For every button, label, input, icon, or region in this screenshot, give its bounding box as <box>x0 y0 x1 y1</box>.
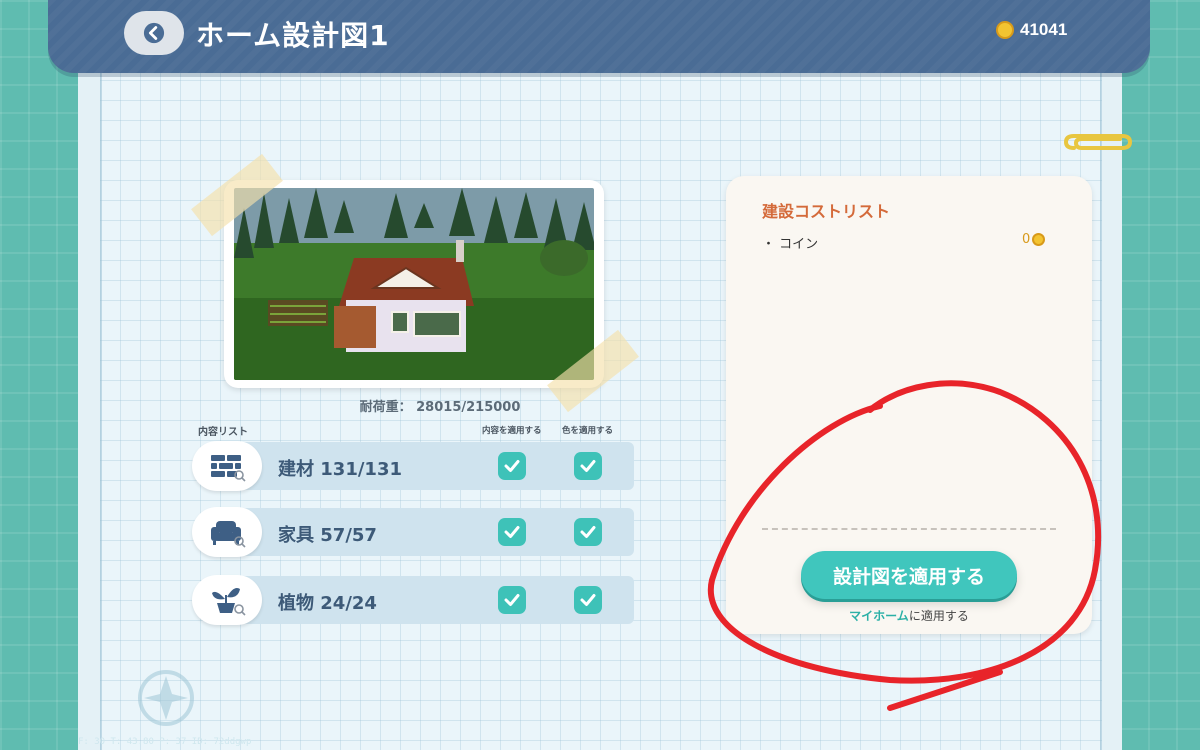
apply-target-link[interactable]: マイホーム <box>849 609 909 623</box>
coin-value: 41041 <box>1020 20 1068 39</box>
sofa-icon <box>211 521 246 548</box>
content-list-label: 内容リスト <box>198 427 248 438</box>
inspect-plants-button[interactable] <box>192 575 262 625</box>
row-label: 家具 57/57 <box>278 525 377 546</box>
checkmark-icon <box>580 460 596 472</box>
apply-color-checkbox[interactable] <box>574 586 602 614</box>
inspect-furniture-button[interactable] <box>192 507 262 557</box>
row-label: 植物 24/24 <box>278 593 377 614</box>
row-label: 建材 131/131 <box>278 459 402 480</box>
cost-item-value: 0 <box>1022 232 1046 247</box>
inspect-materials-button[interactable] <box>192 441 262 491</box>
paperclip-icon <box>1064 134 1133 150</box>
content-row-furniture: 家具 57/57 <box>192 507 634 557</box>
coin-balance: 41041 <box>996 20 1067 40</box>
plant-icon <box>212 588 246 616</box>
content-row-plants: 植物 24/24 <box>192 575 634 625</box>
cost-item-name: ・ コイン <box>762 237 819 252</box>
cost-item-amount: 0 <box>1022 232 1031 247</box>
coin-icon <box>1032 233 1046 246</box>
construction-cost-panel: 建設コストリスト ・ コイン 0 設計図を適用する マイホームに適用する <box>726 176 1092 634</box>
apply-contents-checkbox[interactable] <box>498 586 526 614</box>
load-capacity-label: 耐荷重： 28015/215000 <box>359 400 521 415</box>
apply-target-note: マイホームに適用する <box>726 607 1092 624</box>
column-apply-color: 色を適用する <box>562 426 614 436</box>
house-preview-image <box>234 188 594 380</box>
apply-color-checkbox[interactable] <box>574 452 602 480</box>
column-apply-contents: 内容を適用する <box>482 426 542 436</box>
cost-list-title: 建設コストリスト <box>762 202 891 221</box>
coin-icon <box>996 21 1014 39</box>
compass-emblem-icon <box>138 670 194 726</box>
checkmark-icon <box>504 594 520 606</box>
divider <box>762 528 1056 530</box>
checkmark-icon <box>504 526 520 538</box>
apply-note-text: に適用する <box>908 609 969 623</box>
back-button[interactable] <box>124 11 184 55</box>
checkmark-icon <box>504 460 520 472</box>
bricks-icon <box>211 455 246 482</box>
chevron-left-icon <box>143 22 165 44</box>
paper-margin-line-right <box>1100 60 1102 750</box>
content-row-building-materials: 建材 131/131 <box>192 441 634 491</box>
debug-info: F: 30 T: 43.80 P: 37 ID: 72ddgwp <box>78 737 252 747</box>
checkmark-icon <box>580 526 596 538</box>
apply-color-checkbox[interactable] <box>574 518 602 546</box>
checkmark-icon <box>580 594 596 606</box>
apply-blueprint-button[interactable]: 設計図を適用する <box>801 551 1017 599</box>
page-title: ホーム設計図1 <box>196 19 390 52</box>
blueprint-preview-card <box>224 180 604 388</box>
apply-contents-checkbox[interactable] <box>498 452 526 480</box>
apply-contents-checkbox[interactable] <box>498 518 526 546</box>
paper-margin-line <box>100 60 102 750</box>
